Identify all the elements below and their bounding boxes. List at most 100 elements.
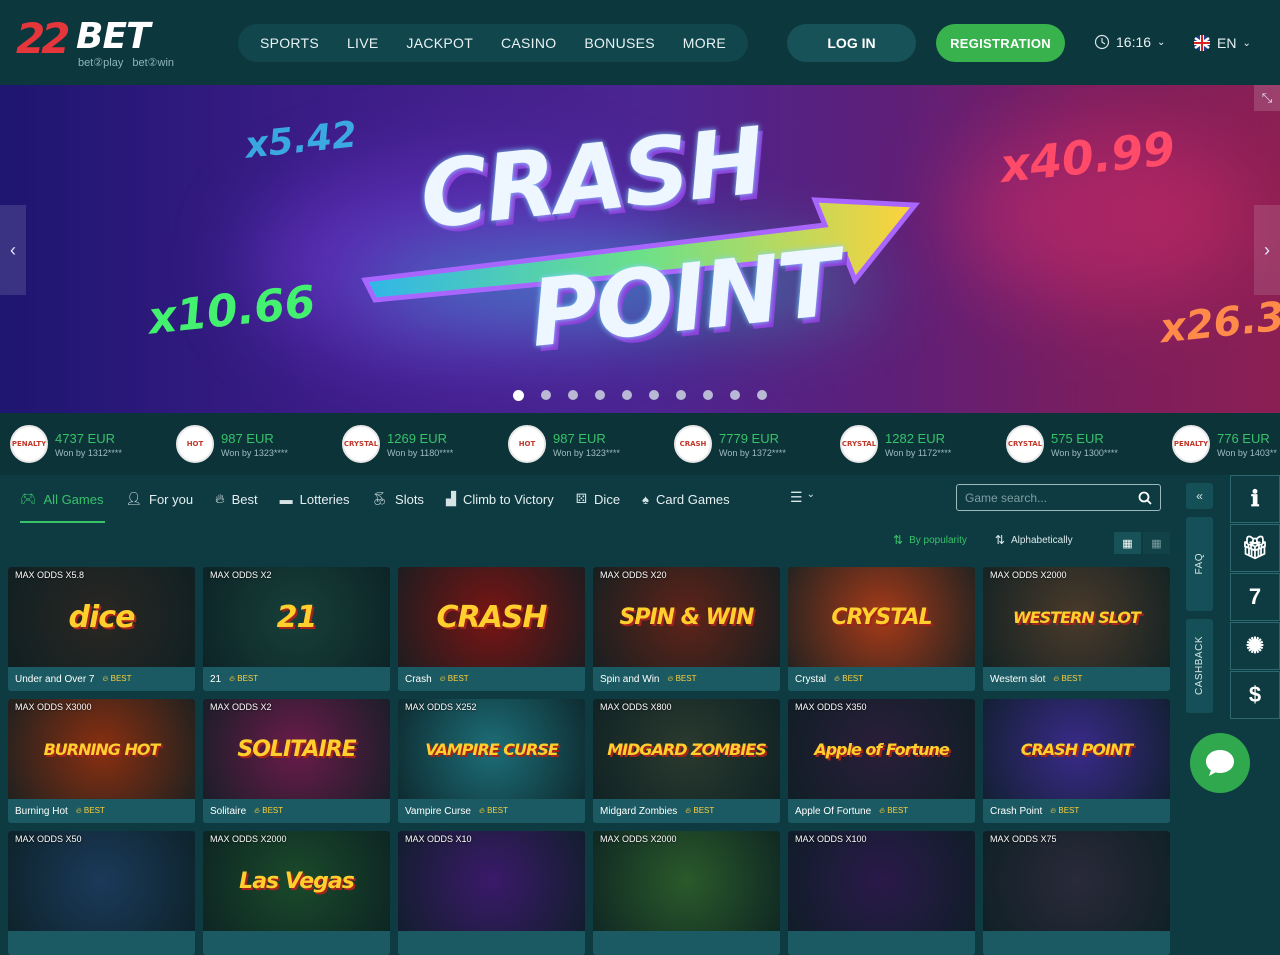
tab-lotteries[interactable]: ▬ Lotteries [280, 475, 350, 523]
sort-alphabetical[interactable]: ⇅ Alphabetically [995, 533, 1073, 547]
game-card[interactable]: MAX ODDS X75 [983, 831, 1170, 955]
chat-button[interactable] [1190, 733, 1250, 793]
promo-banner[interactable]: x5.42 x40.99 x10.66 x26.3 CRASH POINT ‹ … [0, 85, 1280, 413]
game-search[interactable] [956, 484, 1161, 511]
game-card[interactable]: SPIN & WIN MAX ODDS X20 Spin and Win 🔥︎ … [593, 567, 780, 691]
wheel-button[interactable]: ✺ [1230, 622, 1280, 670]
game-name: Crash [405, 673, 432, 685]
banner-dot[interactable] [568, 390, 578, 400]
gift-button[interactable]: 🎁︎ [1230, 524, 1280, 572]
max-odds-label: MAX ODDS X5.8 [15, 570, 85, 580]
winner-game-thumb: CRYSTAL [342, 425, 380, 463]
winner-item[interactable]: CRYSTAL 1269 EUR Won by 1180**** [332, 425, 498, 463]
game-card[interactable]: CRASH Crash 🔥︎ BEST [398, 567, 585, 691]
sort-popularity-label: By popularity [909, 534, 967, 546]
banner-dot[interactable] [649, 390, 659, 400]
large-grid-view-button[interactable]: ▦ [1114, 532, 1141, 554]
winner-item[interactable]: CRASH 7779 EUR Won by 1372**** [664, 425, 830, 463]
game-card[interactable]: Apple of Fortune MAX ODDS X350 Apple Of … [788, 699, 975, 823]
login-button[interactable]: LOG IN [787, 24, 916, 62]
logo[interactable]: 22 BET bet②play bet②win [16, 14, 196, 72]
game-footer [788, 931, 975, 955]
winner-item[interactable]: PENALTY 4737 EUR Won by 1312**** [0, 425, 166, 463]
winner-user: Won by 1300**** [1051, 447, 1118, 458]
nav-live[interactable]: LIVE [347, 35, 379, 51]
tab-for-you[interactable]: 👤︎ For you [125, 475, 193, 523]
banner-dot[interactable] [622, 390, 632, 400]
banner-collapse-button[interactable]: ⤡ [1254, 85, 1280, 111]
banner-dot[interactable] [541, 390, 551, 400]
faq-tab[interactable]: FAQ [1186, 517, 1213, 611]
game-footer: Crash 🔥︎ BEST [398, 667, 585, 691]
best-badge-label: BEST [1058, 806, 1080, 815]
banner-dot[interactable] [595, 390, 605, 400]
nav-more[interactable]: MORE [683, 35, 726, 51]
nav-sports[interactable]: SPORTS [260, 35, 319, 51]
banner-dot[interactable] [757, 390, 767, 400]
max-odds-label: MAX ODDS X3000 [15, 702, 92, 712]
nav-bonuses[interactable]: BONUSES [584, 35, 655, 51]
winner-item[interactable]: CRYSTAL 575 EUR Won by 1300**** [996, 425, 1162, 463]
game-card[interactable]: Las Vegas MAX ODDS X2000 [203, 831, 390, 955]
more-categories-button[interactable]: ☰ ⌄ [790, 489, 815, 506]
game-card[interactable]: WESTERN SLOT MAX ODDS X2000 Western slot… [983, 567, 1170, 691]
game-card[interactable]: MAX ODDS X50 [8, 831, 195, 955]
nav-casino[interactable]: CASINO [501, 35, 556, 51]
winner-game-thumb: HOT [176, 425, 214, 463]
tab-dice[interactable]: ⚄ Dice [576, 475, 620, 523]
game-card[interactable]: 21 MAX ODDS X2 21 🔥︎ BEST [203, 567, 390, 691]
tab-card-games[interactable]: ♠ Card Games [642, 475, 730, 523]
banner-dot[interactable] [513, 390, 524, 401]
winner-item[interactable]: CRYSTAL 1282 EUR Won by 1172**** [830, 425, 996, 463]
faq-label: FAQ [1194, 553, 1205, 575]
dollar-button[interactable]: $ [1230, 671, 1280, 719]
game-card[interactable]: SOLITAIRE MAX ODDS X2 Solitaire 🔥︎ BEST [203, 699, 390, 823]
game-card[interactable]: VAMPIRE CURSE MAX ODDS X252 Vampire Curs… [398, 699, 585, 823]
game-card[interactable]: BURNING HOT MAX ODDS X3000 Burning Hot 🔥… [8, 699, 195, 823]
seven-icon: 7 [1248, 584, 1262, 609]
banner-dot[interactable] [703, 390, 713, 400]
game-footer [593, 931, 780, 955]
sort-icon: ⇅ [893, 533, 904, 547]
chevron-down-icon: ⌄ [806, 489, 815, 500]
banner-dot[interactable] [676, 390, 686, 400]
best-badge: 🔥︎ BEST [879, 806, 909, 815]
winner-item[interactable]: HOT 987 EUR Won by 1323**** [498, 425, 664, 463]
tab-slots[interactable]: 🍒︎ Slots [372, 475, 424, 523]
banner-dot[interactable] [730, 390, 740, 400]
search-input[interactable] [965, 490, 1125, 505]
logo-number: 22 [16, 14, 70, 63]
game-card[interactable]: CRASH POINT Crash Point 🔥︎ BEST [983, 699, 1170, 823]
game-card[interactable]: dice MAX ODDS X5.8 Under and Over 7 🔥︎ B… [8, 567, 195, 691]
winner-amount: 7779 EUR [719, 430, 779, 446]
banner-next-button[interactable]: › [1254, 205, 1280, 295]
winner-item[interactable]: PENALTY 776 EUR Won by 1403** [1162, 425, 1280, 463]
banner-pagination [513, 390, 767, 401]
winner-item[interactable]: HOT 987 EUR Won by 1323**** [166, 425, 332, 463]
game-thumbnail [398, 831, 585, 931]
gamepad-icon: 🎮︎ [20, 491, 37, 506]
search-icon[interactable] [1138, 491, 1152, 505]
max-odds-label: MAX ODDS X800 [600, 702, 672, 712]
game-card[interactable]: MAX ODDS X100 [788, 831, 975, 955]
language-selector[interactable]: EN ⌄ [1193, 34, 1251, 52]
tab-climb-to-victory[interactable]: ▟ Climb to Victory [446, 475, 554, 523]
small-grid-view-button[interactable]: ▦ [1143, 532, 1170, 554]
side-collapse-button[interactable]: « [1186, 483, 1213, 509]
game-card[interactable]: MAX ODDS X2000 [593, 831, 780, 955]
registration-button[interactable]: REGISTRATION [936, 24, 1065, 62]
nav-jackpot[interactable]: JACKPOT [406, 35, 473, 51]
clock[interactable]: 16:16 ⌄ [1094, 34, 1165, 50]
game-card[interactable]: MIDGARD ZOMBIES MAX ODDS X800 Midgard Zo… [593, 699, 780, 823]
banner-prev-button[interactable]: ‹ [0, 205, 26, 295]
info-button[interactable]: ℹ [1230, 475, 1280, 523]
winner-game-thumb: CRYSTAL [1006, 425, 1044, 463]
seven-button[interactable]: 7 [1230, 573, 1280, 621]
game-card[interactable]: CRYSTAL Crystal 🔥︎ BEST [788, 567, 975, 691]
chevron-down-icon: ⌄ [1242, 37, 1251, 49]
sort-popularity[interactable]: ⇅ By popularity [893, 533, 967, 547]
game-card[interactable]: MAX ODDS X10 [398, 831, 585, 955]
cashback-tab[interactable]: CASHBACK [1186, 619, 1213, 713]
tab-all-games[interactable]: 🎮︎ All Games [20, 475, 106, 523]
tab-best[interactable]: 🔥︎ Best [215, 475, 258, 523]
